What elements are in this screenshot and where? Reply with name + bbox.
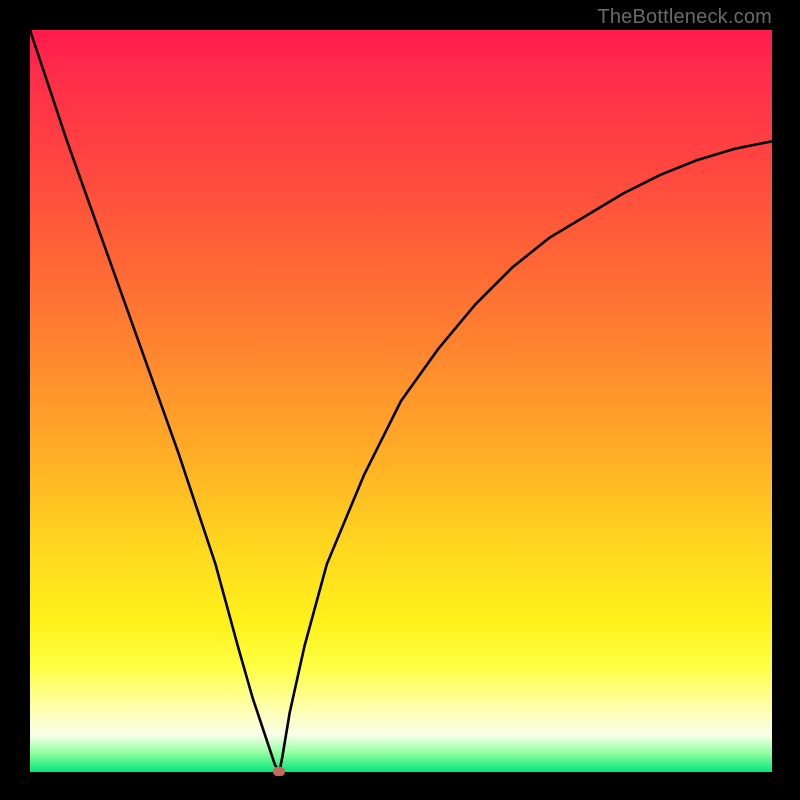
optimal-marker <box>273 767 285 776</box>
plot-area <box>30 30 772 772</box>
watermark-text: TheBottleneck.com <box>597 6 772 29</box>
curve-svg <box>30 30 772 772</box>
bottleneck-curve <box>30 30 772 772</box>
chart-frame: TheBottleneck.com <box>0 0 800 800</box>
